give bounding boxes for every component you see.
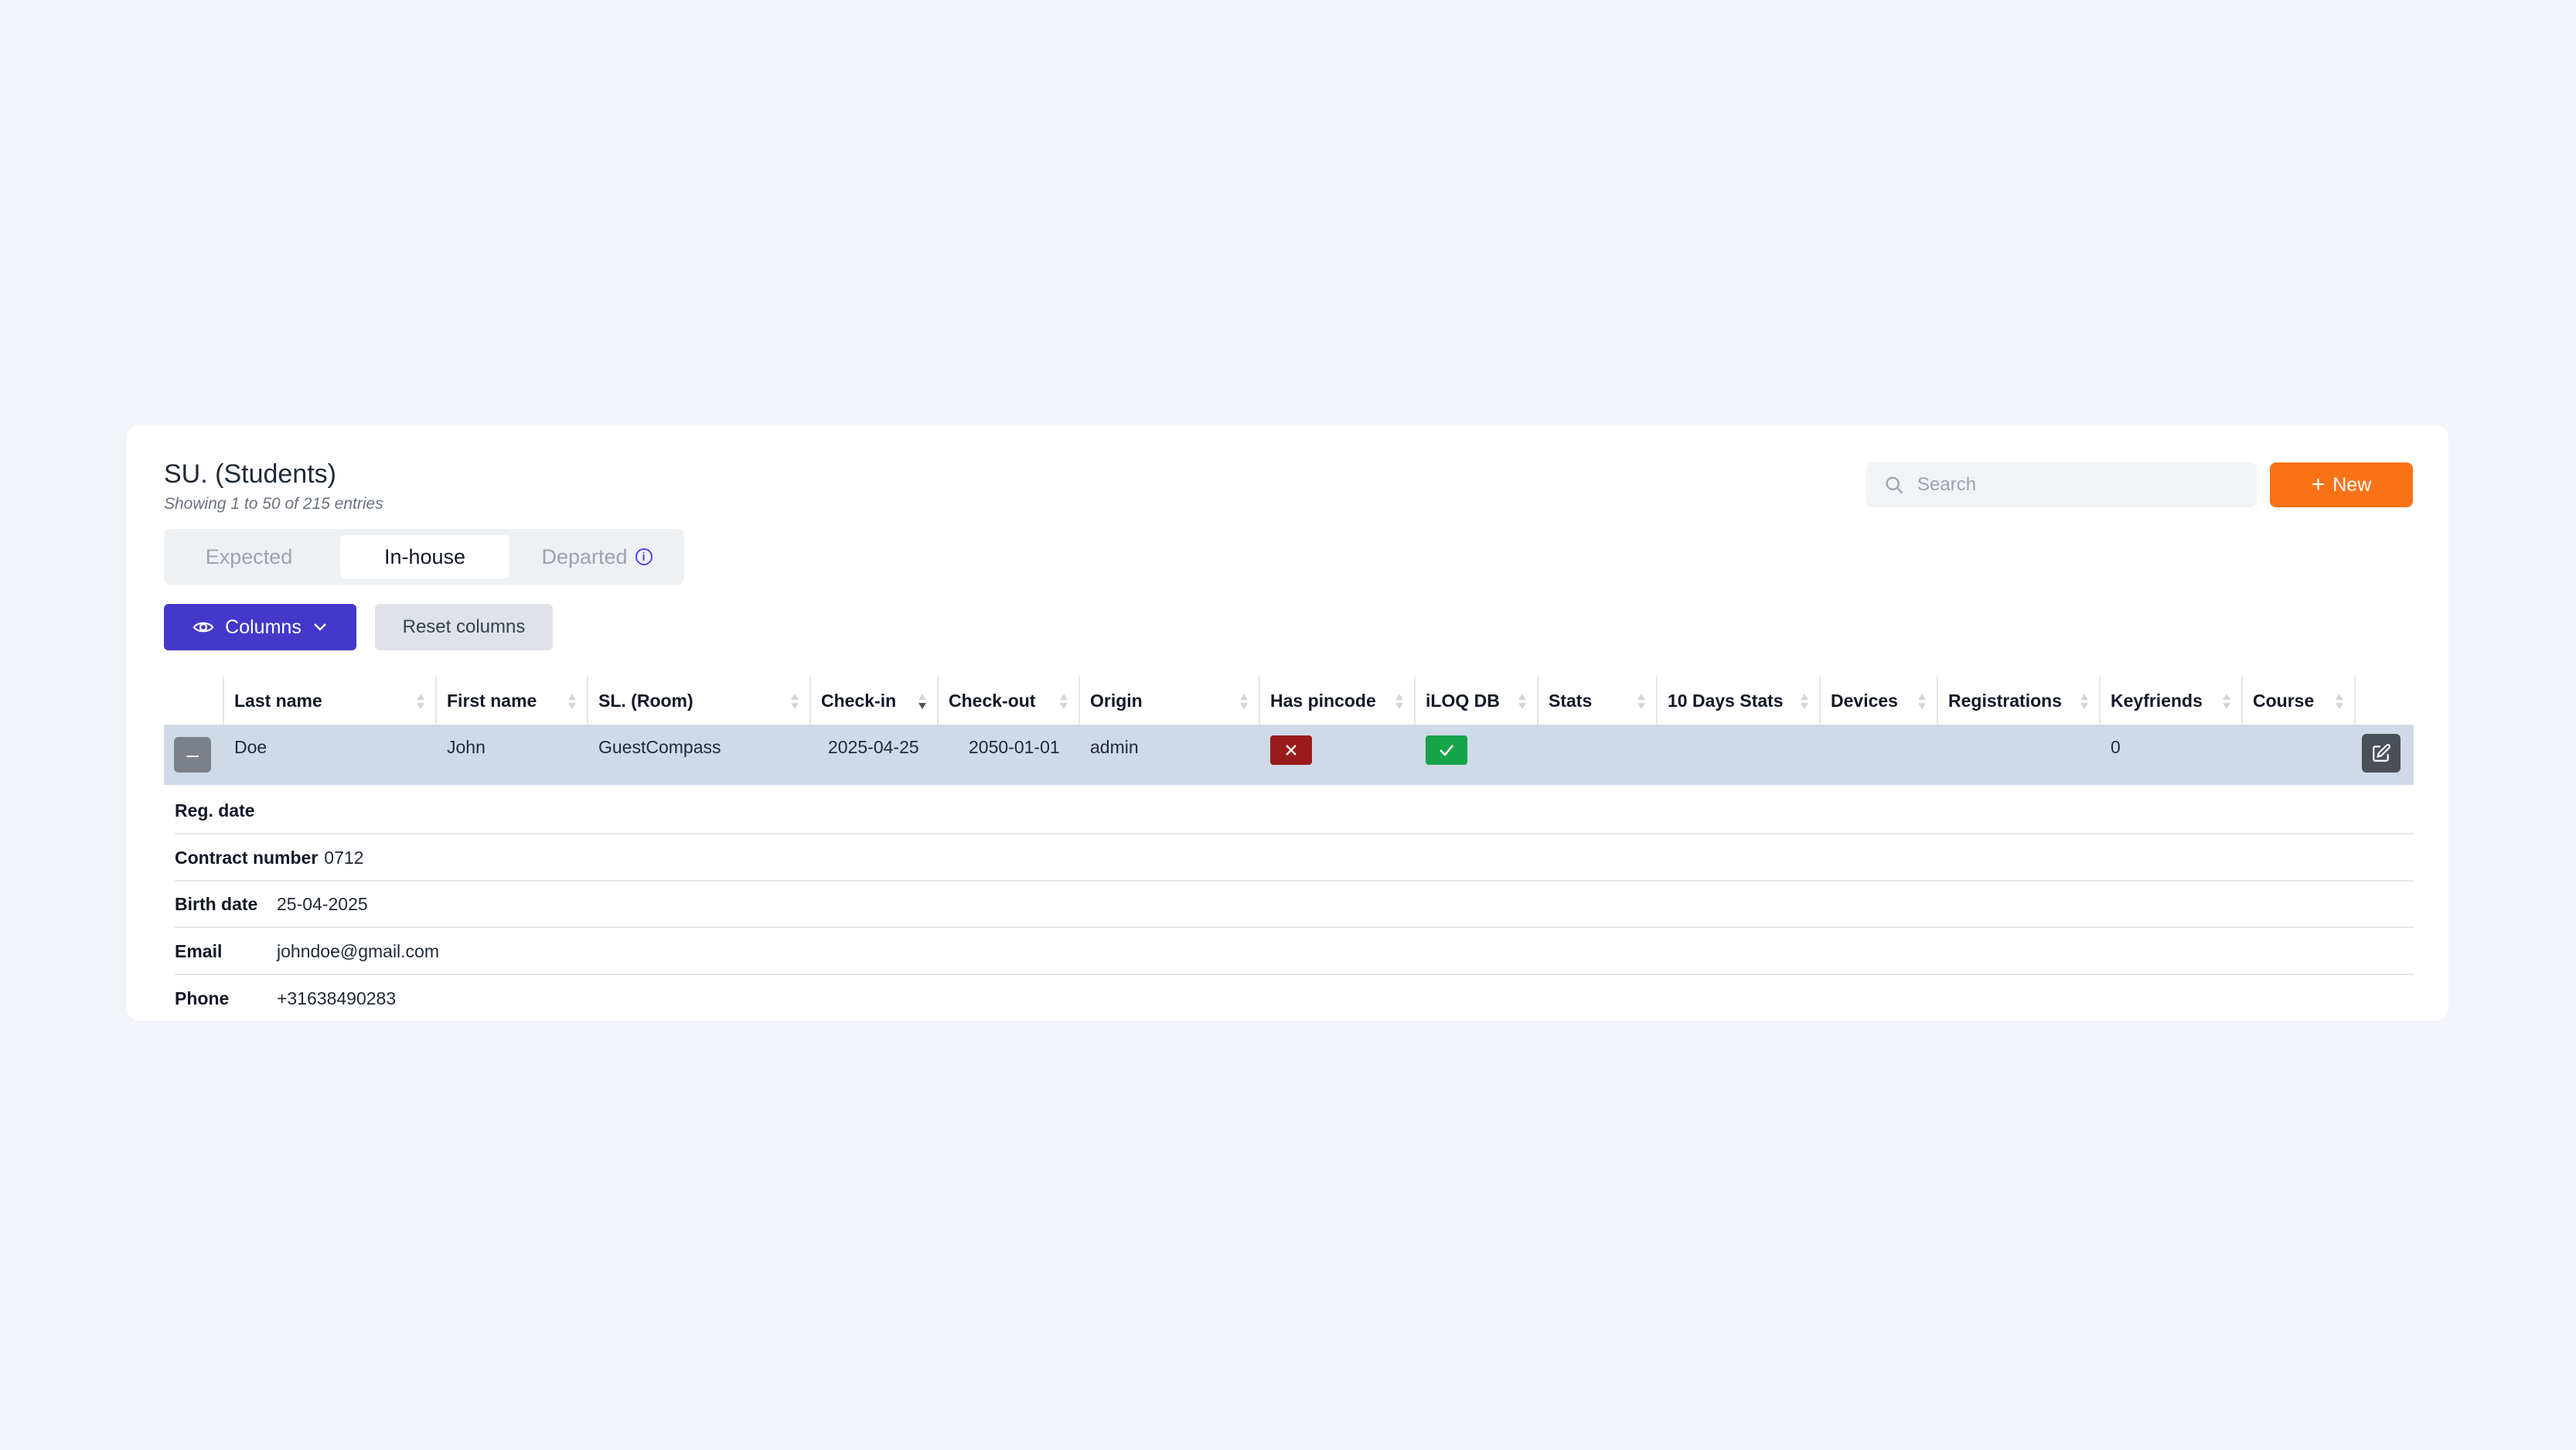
plus-icon: + <box>2311 472 2326 497</box>
detail-label: Phone <box>175 988 230 1008</box>
sort-icon <box>1240 694 1248 709</box>
sort-icon <box>1918 694 1926 709</box>
column-header-keyfriends[interactable]: Keyfriends <box>2100 677 2241 725</box>
search-box[interactable] <box>1866 462 2257 507</box>
cell-origin: admin <box>1090 737 1139 757</box>
sort-icon <box>2336 694 2343 709</box>
edit-button[interactable] <box>2362 734 2401 773</box>
chevron-down-icon <box>313 623 326 631</box>
cell-room: GuestCompass <box>598 737 721 757</box>
tab-departed[interactable]: Departed i <box>516 535 678 578</box>
sort-icon <box>2223 694 2230 709</box>
detail-value: +31638490283 <box>277 988 397 1008</box>
column-header-room[interactable]: SL. (Room) <box>588 677 809 725</box>
pincode-status-badge <box>1270 735 1312 765</box>
sort-icon <box>1060 694 1068 709</box>
column-header-registrations[interactable]: Registrations <box>1937 677 2099 725</box>
column-header-check-out[interactable]: Check-out <box>938 677 1078 725</box>
columns-button-label: Columns <box>225 616 302 638</box>
column-header-last-name[interactable]: Last name <box>223 677 435 725</box>
cell-keyfriends: 0 <box>2111 737 2121 757</box>
detail-value: johndoe@gmail.com <box>277 940 440 961</box>
sort-icon <box>1637 694 1645 709</box>
column-header-10-days-stats[interactable]: 10 Days Stats <box>1657 677 1819 725</box>
search-input[interactable] <box>1916 473 2244 496</box>
detail-birth-date: Birth date 25-04-2025 <box>175 882 2414 928</box>
reset-columns-button[interactable]: Reset columns <box>375 604 553 650</box>
detail-label: Email <box>175 940 223 961</box>
column-header-devices[interactable]: Devices <box>1820 677 1937 725</box>
edit-icon <box>2373 744 2390 762</box>
new-button-label: New <box>2332 473 2372 496</box>
detail-email: Email johndoe@gmail.com <box>175 929 2414 975</box>
sort-icon <box>417 694 424 709</box>
table-header: Last name First name SL. (Room) Check-in… <box>164 677 2414 725</box>
detail-label: Contract number <box>175 847 319 868</box>
cell-check-out: 2050-01-01 <box>969 737 1060 757</box>
sort-icon <box>2080 694 2088 709</box>
column-header-stats[interactable]: Stats <box>1538 677 1656 725</box>
detail-label: Reg. date <box>175 800 255 821</box>
table-row[interactable]: – Doe John GuestCompass 2025-04-25 2050-… <box>164 725 2414 785</box>
sort-icon <box>568 694 576 709</box>
check-icon <box>1440 745 1453 756</box>
detail-phone: Phone +31638490283 <box>175 975 2414 1022</box>
eye-icon <box>193 622 214 633</box>
detail-reg-date: Reg. date <box>175 788 2414 834</box>
detail-label: Birth date <box>175 893 258 914</box>
sort-descending-icon <box>918 694 926 709</box>
detail-contract-number: Contract number 0712 <box>175 835 2414 882</box>
status-tabs: Expected In-house Departed i <box>164 529 684 585</box>
sort-icon <box>1801 694 1808 709</box>
cell-check-in: 2025-04-25 <box>828 737 919 757</box>
iloq-status-badge <box>1426 735 1467 765</box>
cell-last-name: Doe <box>234 737 267 757</box>
column-header-first-name[interactable]: First name <box>436 677 587 725</box>
search-icon <box>1886 476 1903 494</box>
column-header-course[interactable]: Course <box>2242 677 2354 725</box>
tab-expected[interactable]: Expected <box>170 535 328 578</box>
column-header-origin[interactable]: Origin <box>1079 677 1259 725</box>
column-divider <box>2354 677 2356 725</box>
info-icon[interactable]: i <box>635 548 653 565</box>
x-icon <box>1286 745 1297 756</box>
column-header-check-in[interactable]: Check-in <box>810 677 937 725</box>
new-button[interactable]: + New <box>2270 462 2413 507</box>
tab-in-house[interactable]: In-house <box>340 535 509 578</box>
entries-summary: Showing 1 to 50 of 215 entries <box>164 495 383 513</box>
sort-icon <box>791 694 799 709</box>
page-title: SU. (Students) <box>164 459 336 489</box>
students-card: SU. (Students) Showing 1 to 50 of 215 en… <box>127 425 2448 1021</box>
column-header-has-pincode[interactable]: Has pincode <box>1259 677 1414 725</box>
sort-icon <box>1395 694 1403 709</box>
columns-button[interactable]: Columns <box>164 604 356 650</box>
sort-icon <box>1518 694 1526 709</box>
detail-value: 0712 <box>324 847 364 868</box>
column-header-iloq-db[interactable]: iLOQ DB <box>1415 677 1537 725</box>
cell-first-name: John <box>447 737 486 757</box>
detail-value: 25-04-2025 <box>277 893 368 914</box>
collapse-row-button[interactable]: – <box>174 737 211 773</box>
